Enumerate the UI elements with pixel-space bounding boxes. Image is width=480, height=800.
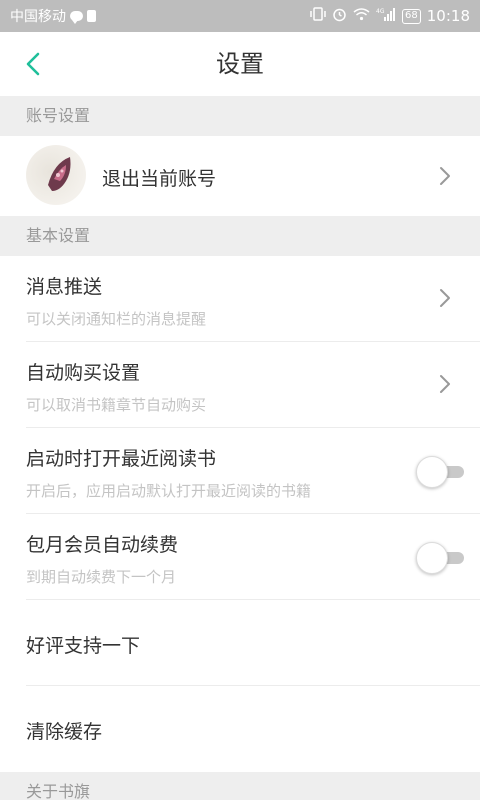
auto-renew-row: 包月会员自动续费 到期自动续费下一个月 <box>0 514 480 600</box>
open-recent-subtitle: 开启后，应用启动默认打开最近阅读的书籍 <box>26 482 312 500</box>
alarm-icon <box>332 7 347 26</box>
section-header-basic: 基本设置 <box>0 216 480 256</box>
chevron-right-icon <box>440 167 450 185</box>
lock-icon <box>87 10 96 22</box>
header: 设置 <box>0 32 480 96</box>
push-subtitle: 可以关闭通知栏的消息提醒 <box>26 310 207 328</box>
status-time: 10:18 <box>426 7 470 25</box>
carrier-label: 中国移动 <box>10 9 66 25</box>
rate-title: 好评支持一下 <box>26 635 141 657</box>
status-right: 4G 68 10:18 <box>310 0 470 32</box>
status-bar: 中国移动 4G 68 10:18 <box>0 0 480 32</box>
back-button[interactable] <box>18 48 50 80</box>
open-recent-title: 启动时打开最近阅读书 <box>26 448 217 470</box>
logout-label: 退出当前账号 <box>102 168 217 190</box>
battery-icon: 68 <box>402 8 421 24</box>
open-recent-toggle[interactable] <box>416 456 464 488</box>
auto-buy-row[interactable]: 自动购买设置 可以取消书籍章节自动购买 <box>0 342 480 428</box>
chevron-right-icon <box>440 289 450 307</box>
section-header-about: 关于书旗 <box>0 772 480 800</box>
avatar <box>26 145 86 205</box>
open-recent-row: 启动时打开最近阅读书 开启后，应用启动默认打开最近阅读的书籍 <box>0 428 480 514</box>
auto-renew-subtitle: 到期自动续费下一个月 <box>26 568 177 586</box>
push-notification-row[interactable]: 消息推送 可以关闭通知栏的消息提醒 <box>0 256 480 342</box>
auto-renew-toggle[interactable] <box>416 542 464 574</box>
section-header-account: 账号设置 <box>0 96 480 136</box>
clear-cache-row[interactable]: 清除缓存 <box>0 686 480 772</box>
logout-row[interactable]: 退出当前账号 <box>0 136 480 216</box>
rate-app-row[interactable]: 好评支持一下 <box>0 600 480 686</box>
back-arrow-icon <box>26 52 40 76</box>
avatar-image <box>48 157 71 191</box>
toggle-knob <box>416 456 448 488</box>
network-type-label: 4G <box>376 8 385 15</box>
signal-icon: 4G <box>376 7 396 25</box>
auto-buy-subtitle: 可以取消书籍章节自动购买 <box>26 396 207 414</box>
clear-cache-title: 清除缓存 <box>26 721 103 743</box>
toggle-knob <box>416 542 448 574</box>
chevron-right-icon <box>440 375 450 393</box>
message-bubble-icon <box>70 11 83 24</box>
vibrate-icon <box>310 7 326 25</box>
auto-buy-title: 自动购买设置 <box>26 362 141 384</box>
status-left: 中国移动 <box>10 0 96 32</box>
wifi-icon <box>353 7 370 25</box>
push-title: 消息推送 <box>26 276 103 298</box>
page-title: 设置 <box>216 50 264 78</box>
auto-renew-title: 包月会员自动续费 <box>26 534 179 556</box>
